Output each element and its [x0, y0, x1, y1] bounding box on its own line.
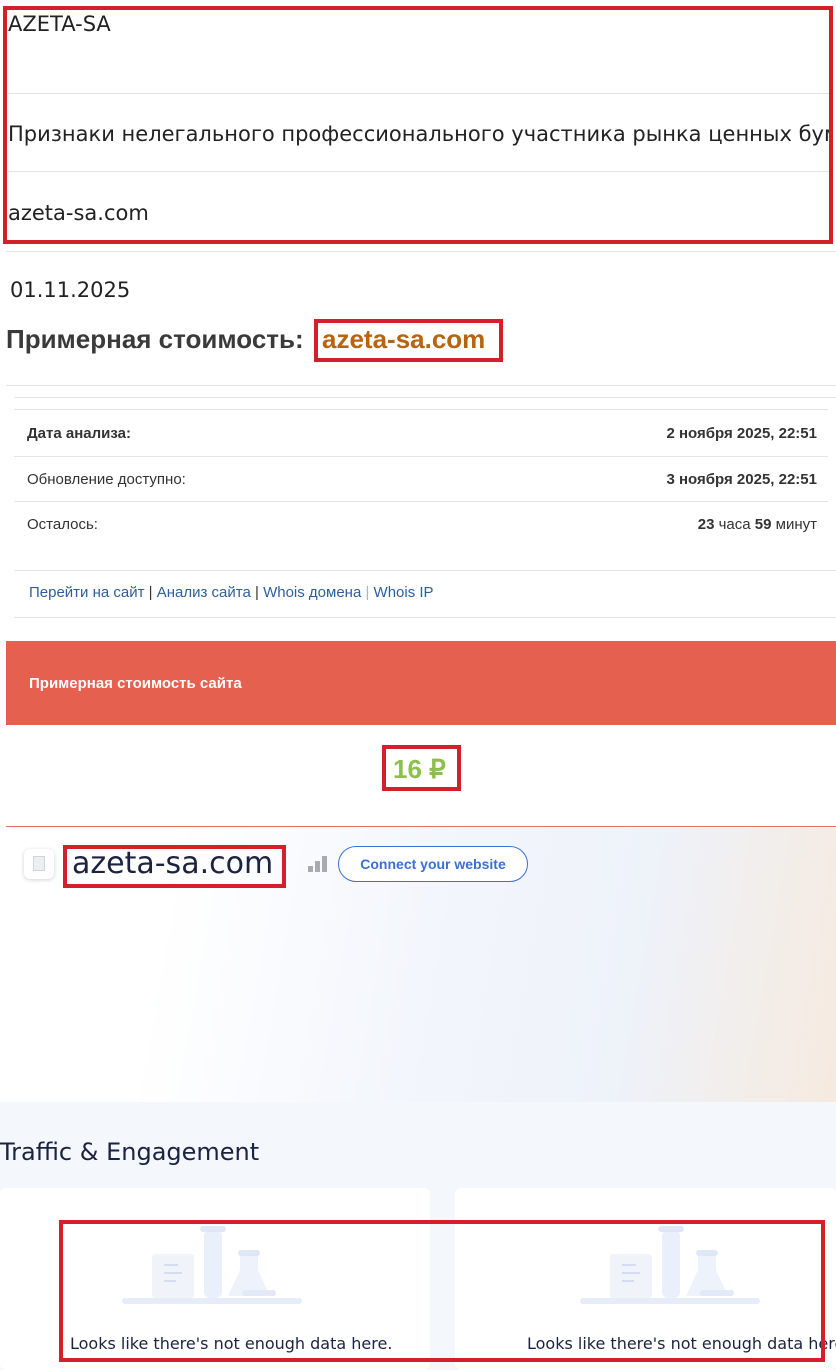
highlight-box-empty-states [59, 1220, 825, 1362]
remaining-minutes-unit: минут [775, 516, 817, 533]
link-separator: | [365, 584, 370, 601]
divider [6, 826, 836, 827]
divider [14, 409, 828, 410]
link-separator: | [148, 584, 153, 601]
remaining-value: 23 часа 59 минут [698, 516, 817, 533]
divider [6, 385, 836, 386]
favicon-icon [24, 849, 54, 879]
highlight-box-widget-domain [63, 845, 286, 888]
rank-icon [308, 856, 328, 872]
highlight-box-header [3, 6, 833, 244]
remaining-label: Осталось: [27, 516, 98, 533]
site-cost-banner-label: Примерная стоимость сайта [29, 675, 242, 692]
update-value: 3 ноября 2025, 22:51 [666, 471, 817, 488]
date-label: 01.11.2025 [10, 278, 131, 302]
connect-website-button[interactable]: Connect your website [338, 846, 528, 882]
cost-heading: Примерная стоимость: [6, 324, 304, 354]
link-go-to-site[interactable]: Перейти на сайт [29, 584, 145, 601]
link-site-analysis[interactable]: Анализ сайта [157, 584, 251, 601]
remaining-hours: 23 [697, 516, 715, 533]
divider [14, 501, 828, 502]
site-links: Перейти на сайт | Анализ сайта | Whois д… [29, 584, 434, 601]
divider [14, 570, 836, 571]
divider [6, 251, 836, 252]
analysis-date-value: 2 ноября 2025, 22:51 [666, 425, 817, 442]
link-separator: | [255, 584, 259, 601]
link-whois-domain[interactable]: Whois домена [263, 584, 361, 601]
traffic-engagement-title: Traffic & Engagement [0, 1138, 260, 1166]
link-whois-ip[interactable]: Whois IP [374, 584, 434, 601]
highlight-box-cost-domain [314, 319, 503, 362]
update-label: Обновление доступно: [27, 471, 186, 488]
divider [14, 397, 836, 398]
site-cost-banner: Примерная стоимость сайта [6, 641, 836, 725]
divider [14, 456, 828, 457]
divider [14, 617, 836, 618]
remaining-hours-unit: часа [718, 516, 751, 533]
highlight-box-price [382, 745, 461, 791]
analysis-date-label: Дата анализа: [27, 425, 131, 442]
remaining-minutes: 59 [754, 516, 772, 533]
